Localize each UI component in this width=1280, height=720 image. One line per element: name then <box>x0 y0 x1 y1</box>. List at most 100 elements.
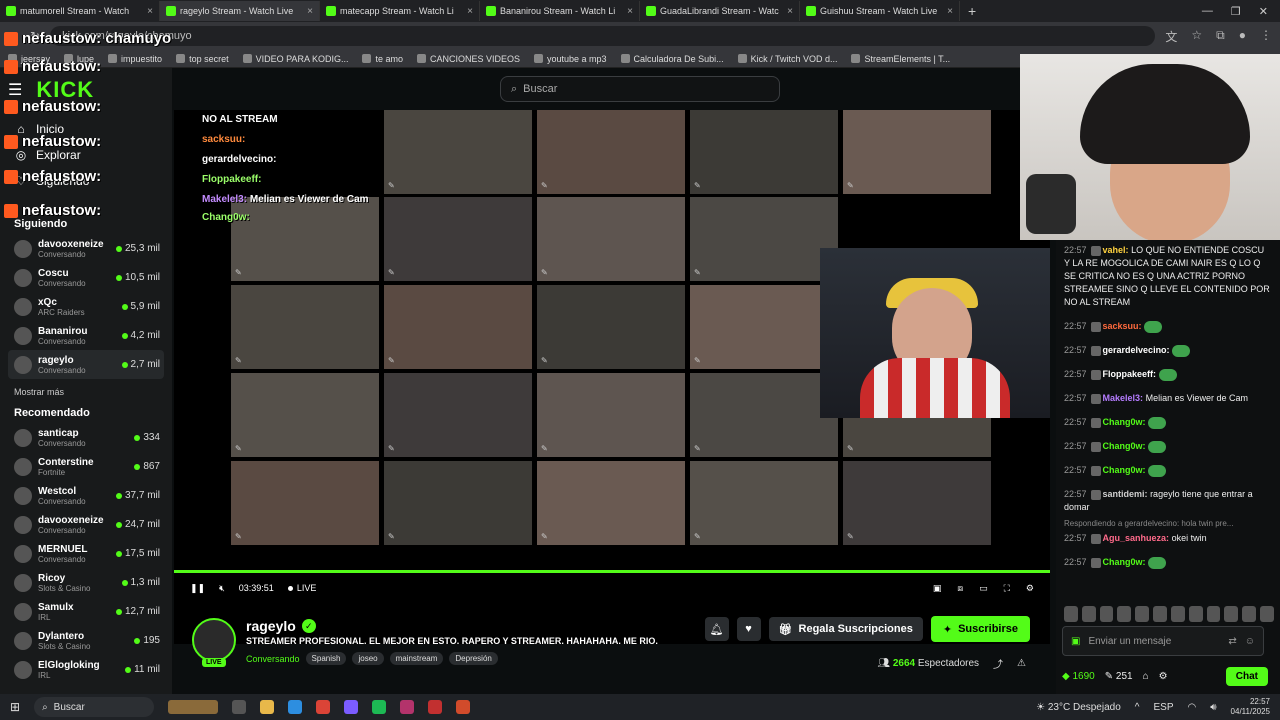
app-icon[interactable] <box>428 700 443 714</box>
bookmark-3[interactable]: top secret <box>176 54 229 64</box>
messenger-icon[interactable] <box>344 700 359 714</box>
emote-icon[interactable] <box>1135 606 1150 622</box>
chat-messages[interactable]: 22:57 vahel: LO QUE NO ENTIENDE COSCU Y L… <box>1056 240 1280 608</box>
emote-icon[interactable] <box>1064 606 1078 622</box>
profile-icon[interactable]: ● <box>1239 28 1246 45</box>
edge-icon[interactable] <box>288 700 303 714</box>
fullscreen-icon[interactable]: ⛶ <box>1004 583 1010 594</box>
stream-category-link[interactable]: Conversando <box>246 654 300 664</box>
chat-username[interactable]: Chang0w: <box>1103 441 1146 451</box>
share-icon[interactable]: ⤴ <box>993 656 1003 671</box>
menu-dots-icon[interactable]: ⋮ <box>1260 28 1272 45</box>
streamer-avatar[interactable] <box>192 618 236 662</box>
emote-icon[interactable] <box>1224 606 1239 622</box>
channel-row[interactable]: davooxeneize Conversando 24,7 mil <box>8 510 164 539</box>
close-window-icon[interactable]: ✕ <box>1259 5 1268 18</box>
browser-tab-3[interactable]: matecapp Stream - Watch Li × <box>320 1 480 21</box>
wifi-icon[interactable]: ◠ <box>1188 702 1197 713</box>
browser-tab-1[interactable]: matumorell Stream - Watch × <box>0 1 160 21</box>
bookmark-10[interactable]: StreamElements | T... <box>851 54 950 64</box>
browser-tab-4[interactable]: Bananirou Stream - Watch Li × <box>480 1 640 21</box>
clip-icon[interactable]: ⧈ <box>957 583 963 594</box>
channel-row[interactable]: Coscu Conversando 10,5 mil <box>8 263 164 292</box>
channel-row[interactable]: davooxeneize Conversando 25,3 mil <box>8 234 164 263</box>
channel-row[interactable]: Bananirou Conversando 4,2 mil <box>8 321 164 350</box>
emoji-icon[interactable]: ☺ <box>1245 636 1255 647</box>
star-icon[interactable]: ☆ <box>1191 28 1202 45</box>
windows-start-icon[interactable]: ⊞ <box>10 700 20 714</box>
emote-icon[interactable] <box>1206 606 1221 622</box>
volume-icon[interactable]: 🔊︎ <box>1210 702 1216 713</box>
chat-message[interactable]: 22:57 gerardelvecino: <box>1064 344 1272 357</box>
bookmark-6[interactable]: CANCIONES VIDEOS <box>416 54 520 64</box>
emote-icon[interactable] <box>1153 606 1167 622</box>
chat-input[interactable]: ▣ Enviar un mensaje ⇄ ☺ <box>1062 626 1264 656</box>
chat-username[interactable]: vahel: <box>1103 245 1129 255</box>
app-icon[interactable] <box>456 700 471 714</box>
address-input[interactable]: kick.com/rageylo/chamuyo <box>50 26 1156 46</box>
taskbar-search[interactable]: ⌕ Buscar <box>34 697 155 717</box>
bookmark-4[interactable]: VIDEO PARA KODIG... <box>242 54 348 64</box>
heart-follow-icon[interactable]: ♥ <box>736 617 761 641</box>
channel-row[interactable]: Conterstine Fortnite 867 <box>8 452 164 481</box>
close-tab-icon[interactable]: × <box>947 6 953 17</box>
pip-icon[interactable]: ▣ <box>933 583 942 594</box>
translate-icon[interactable]: ⇄ <box>1228 636 1236 647</box>
channel-row[interactable]: xQc ARC Raiders 5,9 mil <box>8 292 164 321</box>
chat-username[interactable]: Floppakeeff: <box>1103 369 1157 379</box>
tickets-display[interactable]: ✎ 251 <box>1105 671 1133 682</box>
channel-row[interactable]: Westcol Conversando 37,7 mil <box>8 481 164 510</box>
close-tab-icon[interactable]: × <box>787 6 793 17</box>
close-tab-icon[interactable]: × <box>467 6 473 17</box>
hamburger-icon[interactable]: ☰ <box>8 80 22 100</box>
emote-icon[interactable] <box>1188 606 1203 622</box>
channel-row[interactable]: santicap Conversando 334 <box>8 423 164 452</box>
show-more-link[interactable]: Mostrar más <box>14 387 164 397</box>
stream-tag[interactable]: mainstream <box>389 652 444 665</box>
new-tab-button[interactable]: + <box>960 3 984 19</box>
chrome-icon[interactable] <box>316 700 331 714</box>
bell-icon[interactable]: 🔔︎ <box>704 617 729 641</box>
store-icon[interactable]: ⌂ <box>1143 671 1149 682</box>
chat-message[interactable]: 22:57 Chang0w: <box>1064 464 1272 477</box>
browser-tab-5[interactable]: GuadaLibrandi Stream - Watc × <box>640 1 800 21</box>
emote-icon[interactable] <box>1117 606 1132 622</box>
close-tab-icon[interactable]: × <box>147 6 153 17</box>
streamer-name[interactable]: rageylo ✓ <box>246 618 316 634</box>
chat-message[interactable]: 22:57 Chang0w: <box>1064 416 1272 429</box>
chat-message[interactable]: 22:57 Chang0w: <box>1064 440 1272 453</box>
search-input[interactable]: ⌕ Buscar <box>500 76 780 102</box>
chat-username[interactable]: Chang0w: <box>1103 557 1146 567</box>
channel-row[interactable]: Ricoy Slots & Casino 1,3 mil <box>8 568 164 597</box>
bookmark-9[interactable]: Kick / Twitch VOD d... <box>737 54 837 64</box>
chat-message[interactable]: 22:57 Makelel3: Melian es Viewer de Cam <box>1064 392 1272 405</box>
language-indicator[interactable]: ESP <box>1153 702 1173 713</box>
weather-display[interactable]: ☀ 23°C Despejado <box>1036 702 1121 713</box>
chat-username[interactable]: sacksuu: <box>1103 321 1142 331</box>
stream-tag[interactable]: joseo <box>352 652 384 665</box>
chat-message[interactable]: 22:57 Floppakeeff: <box>1064 368 1272 381</box>
bookmark-8[interactable]: Calculadora De Subi... <box>620 54 724 64</box>
spotify-icon[interactable] <box>372 700 387 714</box>
task-view-icon[interactable] <box>232 700 247 714</box>
theater-icon[interactable]: ▭ <box>979 583 988 594</box>
minimize-icon[interactable]: — <box>1202 5 1213 18</box>
chat-message[interactable]: 22:57 Agu_sanhueza: okei twin <box>1064 532 1272 545</box>
points-display[interactable]: ◆ 1690 <box>1062 671 1095 682</box>
tray-arrow-icon[interactable]: ^ <box>1135 702 1140 713</box>
chat-username[interactable]: santidemi: <box>1103 489 1148 499</box>
extensions-icon[interactable]: ⧉ <box>1216 28 1225 45</box>
chat-username[interactable]: gerardelvecino: <box>1103 345 1170 355</box>
chat-username[interactable]: Chang0w: <box>1103 417 1146 427</box>
settings-gear-icon[interactable]: ⚙ <box>1026 583 1034 594</box>
close-tab-icon[interactable]: × <box>627 6 633 17</box>
video-player[interactable]: ✎ ✎ ✎ ✎ ✎ ✎ ✎ ✎ ✎ ✎ ✎ ✎ ✎ ✎ ✎ ✎ ✎ ✎ ✎ ✎ ✎ ✎ NO AL STREAM sack… <box>174 110 1050 644</box>
chat-message[interactable]: 22:57 santidemi: rageylo tiene que entrar… <box>1064 488 1272 514</box>
bookmark-7[interactable]: youtube a mp3 <box>534 54 607 64</box>
chat-message[interactable]: 22:57 vahel: LO QUE NO ENTIENDE COSCU Y L… <box>1064 244 1272 309</box>
file-explorer-icon[interactable] <box>260 700 275 714</box>
stream-tag[interactable]: Spanish <box>305 652 347 665</box>
chat-message[interactable]: 22:57 sacksuu: <box>1064 320 1272 333</box>
stream-tag[interactable]: Depresión <box>449 652 498 665</box>
emote-icon[interactable] <box>1170 606 1185 622</box>
